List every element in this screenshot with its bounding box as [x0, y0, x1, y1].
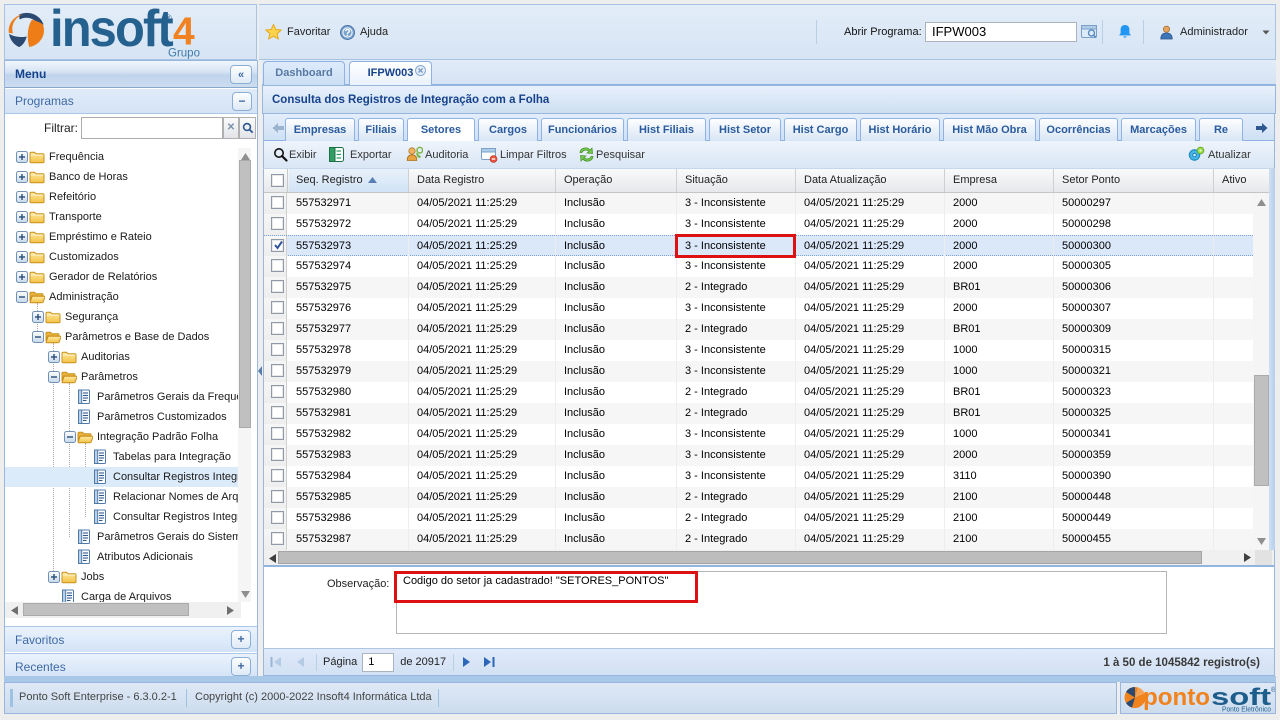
svg-text:?: ?	[344, 28, 350, 39]
svg-text:ponto: ponto	[1143, 684, 1210, 711]
svg-text:Grupo: Grupo	[168, 48, 200, 60]
svg-text:®: ®	[165, 13, 172, 23]
svg-text:®: ®	[1271, 686, 1275, 694]
svg-text:insoft: insoft	[50, 5, 174, 57]
svg-text:Ponto Eletrônico: Ponto Eletrônico	[1222, 705, 1271, 714]
